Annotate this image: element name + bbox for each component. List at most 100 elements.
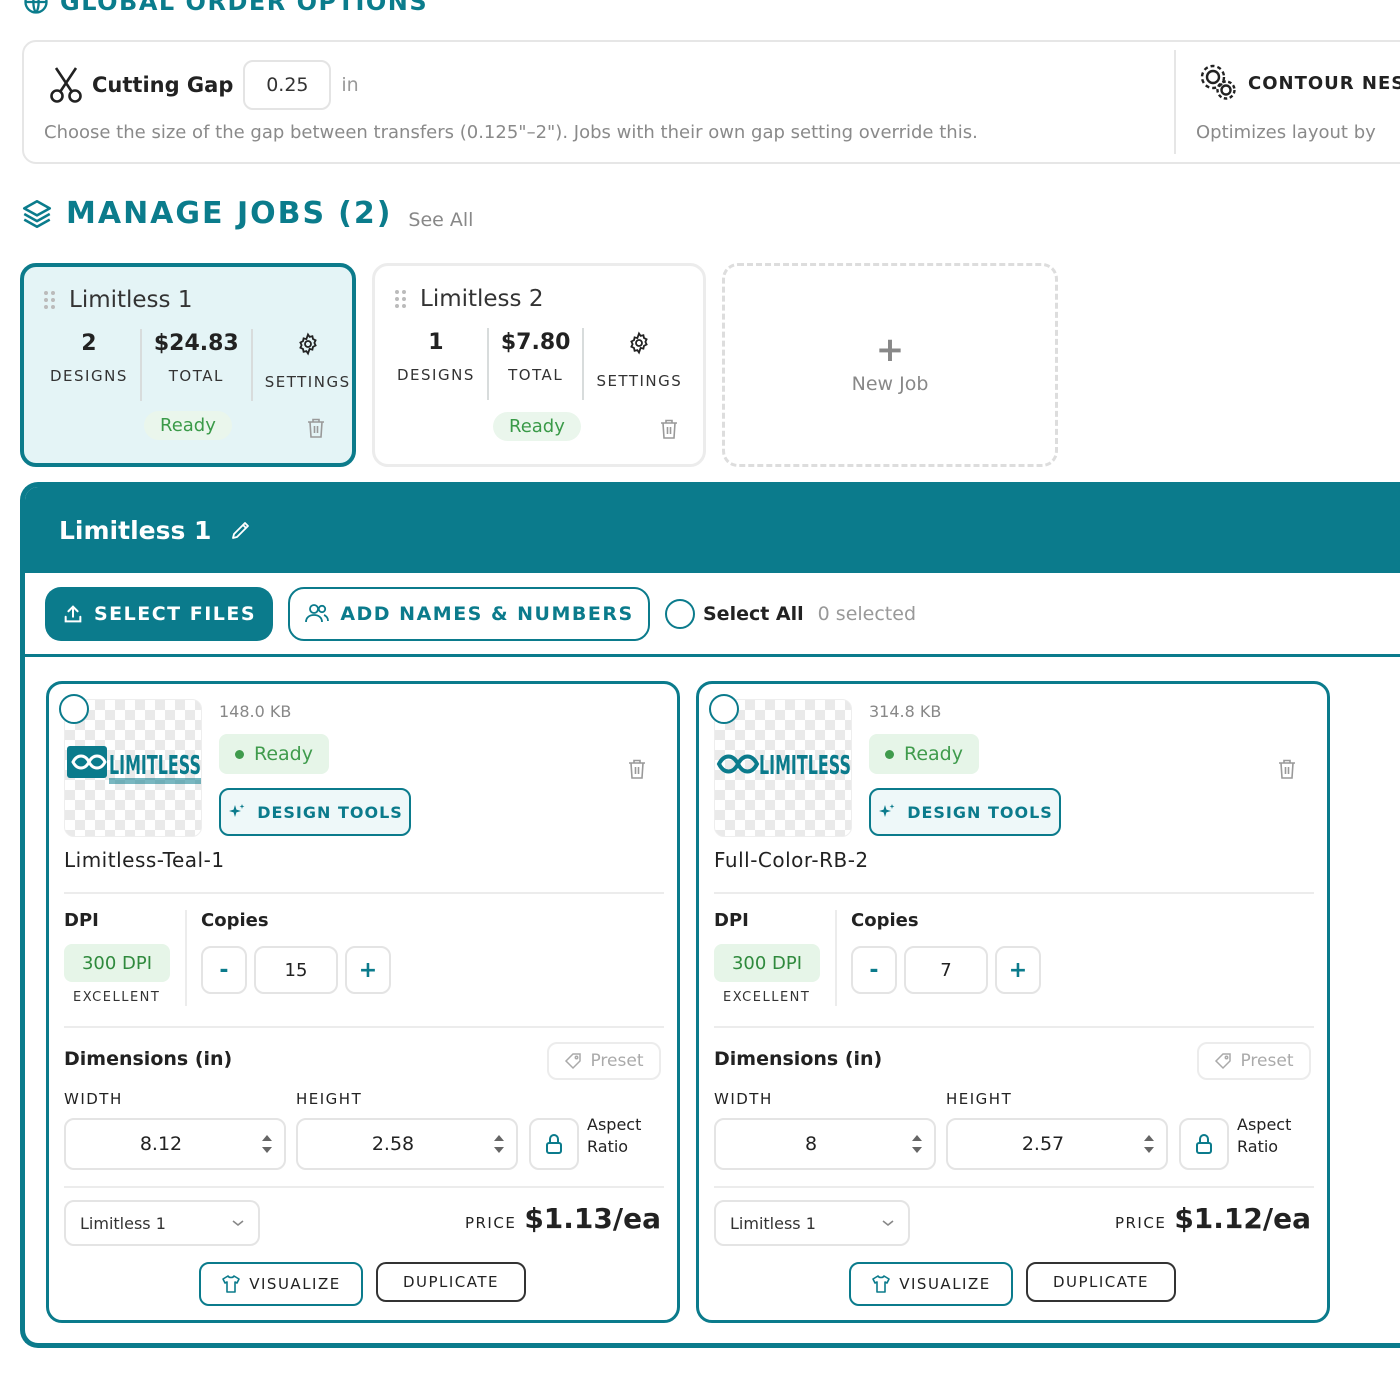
manage-jobs-count: (2) <box>338 196 393 231</box>
design-card: LIMITLESS 148.0 KB Ready DESIGN TOOLS Li… <box>46 681 680 1323</box>
width-value: 8 <box>804 1133 818 1155</box>
job-card-stats: 2 DESIGNS $24.83 TOTAL SETTINGS <box>38 327 363 401</box>
divider <box>64 1026 664 1028</box>
drag-handle-icon[interactable] <box>395 290 406 308</box>
selected-count: 0 selected <box>817 603 917 625</box>
shirt-icon <box>222 1275 241 1293</box>
width-label: WIDTH <box>714 1090 773 1108</box>
copies-label: Copies <box>851 910 919 931</box>
height-input[interactable]: 2.58 <box>296 1118 518 1170</box>
dimensions-label: Dimensions (in) <box>714 1048 883 1070</box>
height-value: 2.57 <box>1021 1133 1065 1155</box>
plus-icon: + <box>875 330 905 370</box>
file-size: 314.8 KB <box>869 702 942 721</box>
design-thumbnail[interactable]: LIMITLESS <box>64 699 202 837</box>
select-all-control[interactable]: Select All 0 selected <box>665 599 916 629</box>
job-total-value: $24.83 <box>153 331 239 356</box>
trash-icon[interactable] <box>659 418 679 440</box>
aspect-ratio-label: Aspect Ratio <box>587 1114 667 1158</box>
trash-icon[interactable] <box>627 758 647 780</box>
job-panel: Limitless 1 SELECT FILES ADD NAMES & NUM… <box>20 482 1400 1348</box>
job-card-limitless-1[interactable]: Limitless 1 2 DESIGNS $24.83 TOTAL SETTI… <box>20 263 356 467</box>
visualize-button[interactable]: VISUALIZE <box>199 1262 363 1306</box>
divider <box>835 910 837 1006</box>
copies-decrement-button[interactable]: - <box>851 946 897 994</box>
design-card: LIMITLESS 314.8 KB Ready DESIGN TOOLS Fu… <box>696 681 1330 1323</box>
select-files-button[interactable]: SELECT FILES <box>45 587 273 641</box>
dpi-quality: EXCELLENT <box>723 990 811 1005</box>
design-select-checkbox[interactable] <box>59 694 89 724</box>
job-total-stat: $7.80 TOTAL <box>489 326 583 384</box>
job-total-stat: $24.83 TOTAL <box>142 327 251 385</box>
upload-icon <box>64 605 82 623</box>
add-names-numbers-button[interactable]: ADD NAMES & NUMBERS <box>288 587 650 641</box>
preset-button[interactable]: Preset <box>547 1042 661 1080</box>
visualize-button[interactable]: VISUALIZE <box>849 1262 1013 1306</box>
status-dot-icon <box>235 749 244 759</box>
width-input[interactable]: 8.12 <box>64 1118 286 1170</box>
drag-handle-icon[interactable] <box>44 291 55 309</box>
width-spinner[interactable] <box>906 1135 928 1153</box>
height-spinner[interactable] <box>1138 1135 1160 1153</box>
new-job-label: New Job <box>851 373 929 395</box>
dpi-badge: 300 DPI <box>64 944 170 982</box>
job-total-label: TOTAL <box>168 367 224 385</box>
divider <box>64 1186 664 1188</box>
design-thumbnail[interactable]: LIMITLESS <box>714 699 852 837</box>
job-toolbar: SELECT FILES ADD NAMES & NUMBERS Select … <box>25 573 1400 657</box>
select-files-label: SELECT FILES <box>93 603 257 625</box>
job-card-limitless-2[interactable]: Limitless 2 1 DESIGNS $7.80 TOTAL SETTIN… <box>372 263 706 467</box>
select-all-checkbox[interactable] <box>665 599 695 629</box>
job-settings-button[interactable]: SETTINGS <box>584 326 694 390</box>
height-input[interactable]: 2.57 <box>946 1118 1168 1170</box>
dimensions-label: Dimensions (in) <box>64 1048 233 1070</box>
job-card-header: Limitless 2 <box>395 286 543 312</box>
see-all-link[interactable]: See All <box>408 209 473 231</box>
gear-icon <box>298 332 317 356</box>
cutting-gap-input[interactable]: 0.25 <box>243 60 332 110</box>
job-designs-count: 1 <box>428 330 444 355</box>
design-tools-button[interactable]: DESIGN TOOLS <box>869 788 1061 836</box>
job-select-value: Limitless 1 <box>80 1213 166 1233</box>
job-designs-count: 2 <box>81 331 97 356</box>
job-settings-label: SETTINGS <box>596 372 683 390</box>
trash-icon[interactable] <box>306 417 326 439</box>
copies-input[interactable]: 15 <box>254 946 338 994</box>
copies-input[interactable]: 7 <box>904 946 988 994</box>
chevron-down-icon <box>882 1220 894 1227</box>
width-spinner[interactable] <box>256 1135 278 1153</box>
copies-increment-button[interactable]: + <box>995 946 1041 994</box>
job-select[interactable]: Limitless 1 <box>714 1200 910 1246</box>
gears-icon <box>1200 64 1236 100</box>
width-label: WIDTH <box>64 1090 123 1108</box>
job-card-name: Limitless 1 <box>69 287 193 313</box>
aspect-lock-button[interactable] <box>529 1118 579 1170</box>
duplicate-button[interactable]: DUPLICATE <box>1026 1262 1176 1302</box>
contour-nest-row[interactable]: CONTOUR NEST <box>1198 62 1400 104</box>
tag-icon <box>1215 1053 1232 1070</box>
design-tools-button[interactable]: DESIGN TOOLS <box>219 788 411 836</box>
design-select-checkbox[interactable] <box>709 694 739 724</box>
job-settings-label: SETTINGS <box>264 373 351 391</box>
preset-label: Preset <box>590 1051 644 1071</box>
copies-decrement-button[interactable]: - <box>201 946 247 994</box>
aspect-lock-button[interactable] <box>1179 1118 1229 1170</box>
new-job-button[interactable]: + New Job <box>722 263 1058 467</box>
global-options-panel: Cutting Gap 0.25 in Choose the size of t… <box>22 40 1400 164</box>
duplicate-button[interactable]: DUPLICATE <box>376 1262 526 1302</box>
design-name: Limitless-Teal-1 <box>64 848 225 872</box>
job-settings-button[interactable]: SETTINGS <box>253 327 363 391</box>
job-card-name: Limitless 2 <box>420 286 544 312</box>
job-designs-stat: 2 DESIGNS <box>38 327 140 385</box>
dpi-quality: EXCELLENT <box>73 990 161 1005</box>
trash-icon[interactable] <box>1277 758 1297 780</box>
copies-increment-button[interactable]: + <box>345 946 391 994</box>
status-label: Ready <box>904 743 963 765</box>
height-label: HEIGHT <box>946 1090 1013 1108</box>
width-value: 8.12 <box>139 1133 183 1155</box>
preset-button[interactable]: Preset <box>1197 1042 1311 1080</box>
pencil-icon[interactable] <box>229 518 253 542</box>
job-select[interactable]: Limitless 1 <box>64 1200 260 1246</box>
height-spinner[interactable] <box>488 1135 510 1153</box>
width-input[interactable]: 8 <box>714 1118 936 1170</box>
